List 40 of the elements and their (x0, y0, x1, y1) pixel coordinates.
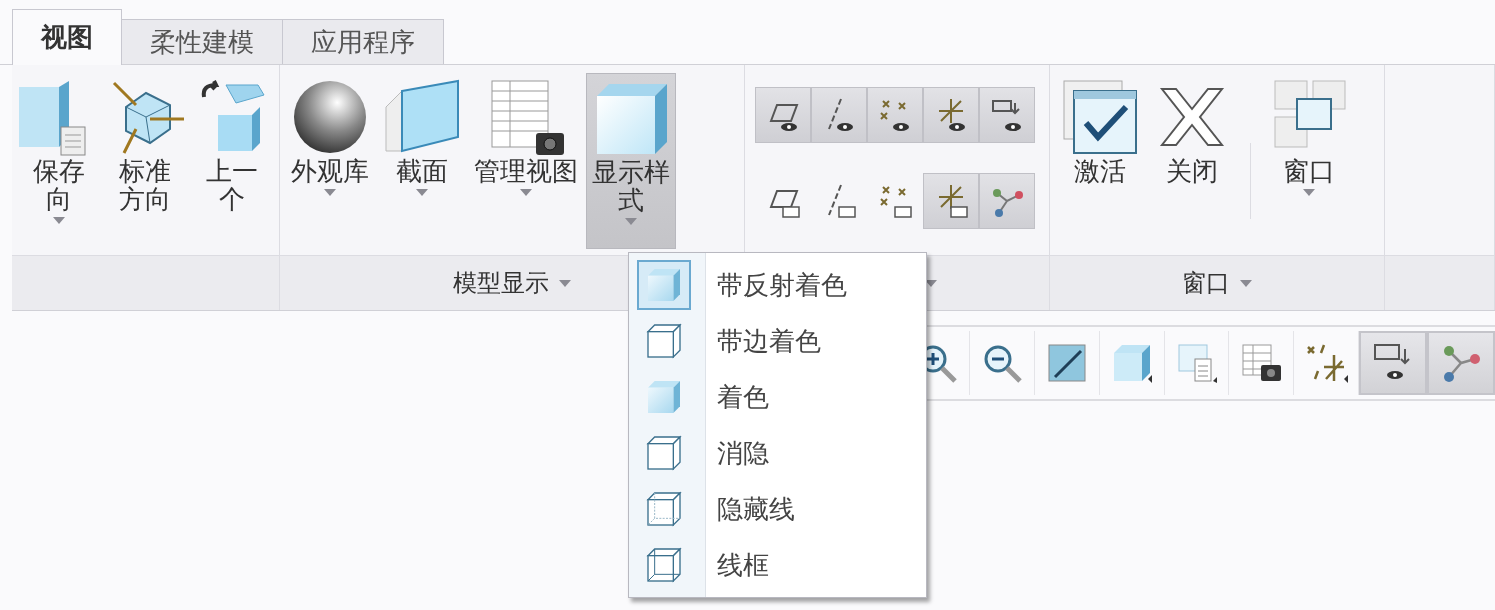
menu-label: 线框 (717, 548, 769, 582)
menu-label: 隐藏线 (717, 492, 795, 526)
menu-item[interactable]: 着色 (629, 369, 926, 425)
cube-icon (644, 545, 684, 585)
menu-item[interactable]: 带边着色 (629, 313, 926, 369)
ribbon-button[interactable]: 显示样式 (586, 73, 676, 249)
ribbon-button[interactable]: 管理视图 (470, 73, 582, 249)
ribbon-button[interactable]: 激活 (1056, 73, 1144, 249)
cube-icon (644, 321, 684, 361)
ribbon-tab[interactable]: 柔性建模 (121, 19, 283, 64)
toggle-button[interactable] (923, 87, 979, 143)
menu-label: 消隐 (717, 436, 769, 470)
menu-item[interactable]: 消隐 (629, 425, 926, 481)
menu-label: 着色 (717, 380, 769, 414)
group-label: 模型显示 (453, 268, 549, 299)
toggle-button[interactable] (811, 87, 867, 143)
toggle-button[interactable] (979, 87, 1035, 143)
toggle-button[interactable] (755, 87, 811, 143)
ribbon-tab[interactable]: 应用程序 (282, 19, 444, 64)
ribbon-button[interactable]: 窗口 (1265, 73, 1353, 249)
menu-item[interactable]: 带反射着色 (629, 257, 926, 313)
toggle-button[interactable] (979, 173, 1035, 229)
window-check-icon (1060, 77, 1140, 157)
toggle-button[interactable] (923, 173, 979, 229)
ribbon-button[interactable]: 截面 (378, 73, 466, 249)
ribbon-button[interactable]: 保存向 (18, 73, 101, 249)
ribbon-button[interactable]: 上一个 (190, 73, 273, 249)
ribbon-tab[interactable]: 视图 (12, 9, 122, 65)
ribbon-button[interactable]: 外观库 (286, 73, 374, 249)
group-label: 窗口 (1182, 268, 1230, 299)
menu-label: 带边着色 (717, 324, 821, 358)
ribbon-button[interactable]: 关闭 (1148, 73, 1236, 249)
ribbon-button[interactable]: 标准方向 (104, 73, 187, 249)
menu-item[interactable]: 隐藏线 (629, 481, 926, 537)
cube-icon (644, 489, 684, 529)
toolbar-button[interactable] (1359, 331, 1428, 395)
menu-label: 带反射着色 (717, 268, 847, 302)
cube-icon (644, 433, 684, 473)
menu-item[interactable]: 线框 (629, 537, 926, 593)
toggle-button[interactable] (867, 87, 923, 143)
